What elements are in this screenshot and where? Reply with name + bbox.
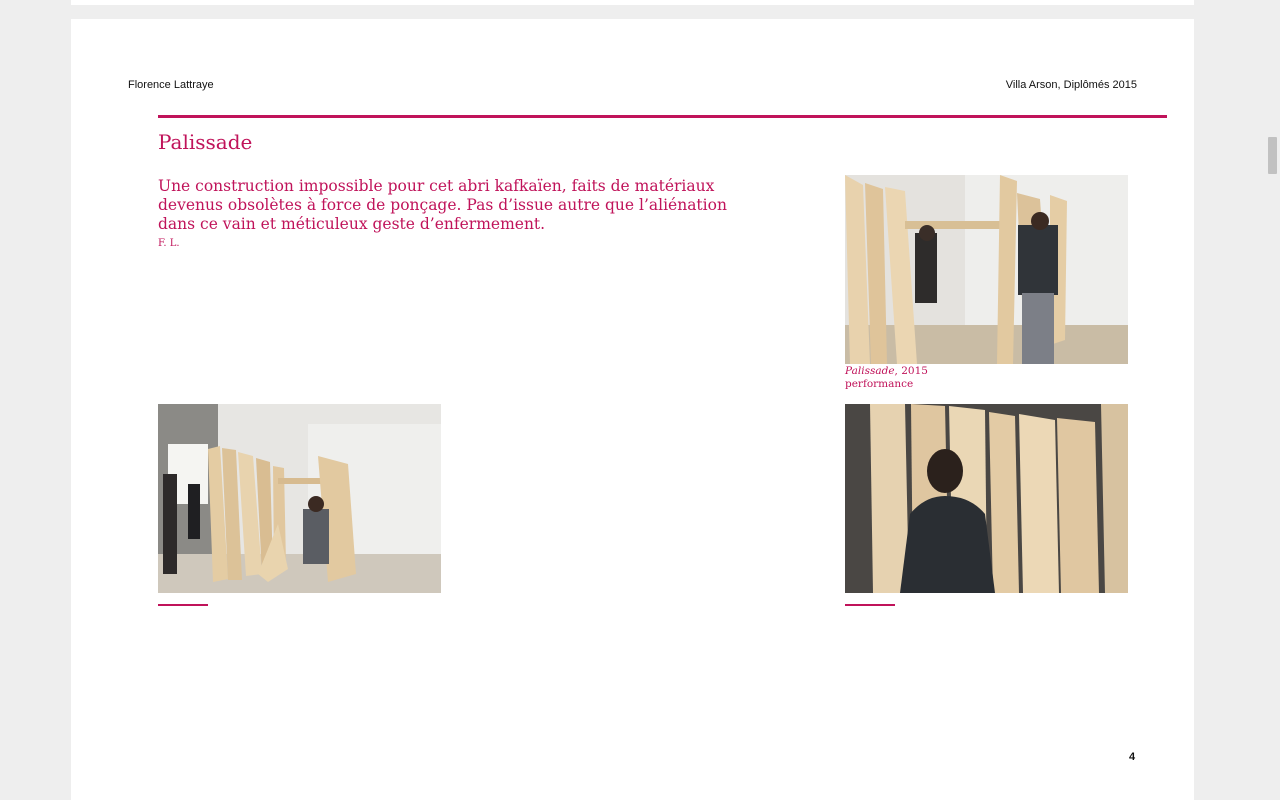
photo-caption: Palissade, 2015 performance <box>845 365 928 391</box>
scrollbar-track[interactable] <box>1264 0 1280 800</box>
author-initials: F. L. <box>158 238 180 249</box>
performance-photo-2 <box>158 404 441 593</box>
caption-medium: performance <box>845 378 914 390</box>
header-context: Villa Arson, Diplômés 2015 <box>1005 79 1137 91</box>
scrollbar-thumb[interactable] <box>1268 137 1277 174</box>
previous-page-edge <box>71 0 1194 5</box>
section-intro: Une construction impossible pour cet abr… <box>158 177 727 233</box>
performance-photo-3 <box>845 404 1128 593</box>
page-number: 4 <box>1129 751 1136 763</box>
photo-rule-right <box>845 604 895 606</box>
section-title: Palissade <box>158 130 253 154</box>
photo-rule-left <box>158 604 208 606</box>
caption-year: , 2015 <box>894 365 928 377</box>
document-page: Florence Lattraye Villa Arson, Diplômés … <box>71 19 1194 800</box>
header-author: Florence Lattraye <box>128 79 214 91</box>
performance-photo-1 <box>845 175 1128 364</box>
section-rule <box>158 115 1167 118</box>
caption-work-title: Palissade <box>845 365 895 377</box>
